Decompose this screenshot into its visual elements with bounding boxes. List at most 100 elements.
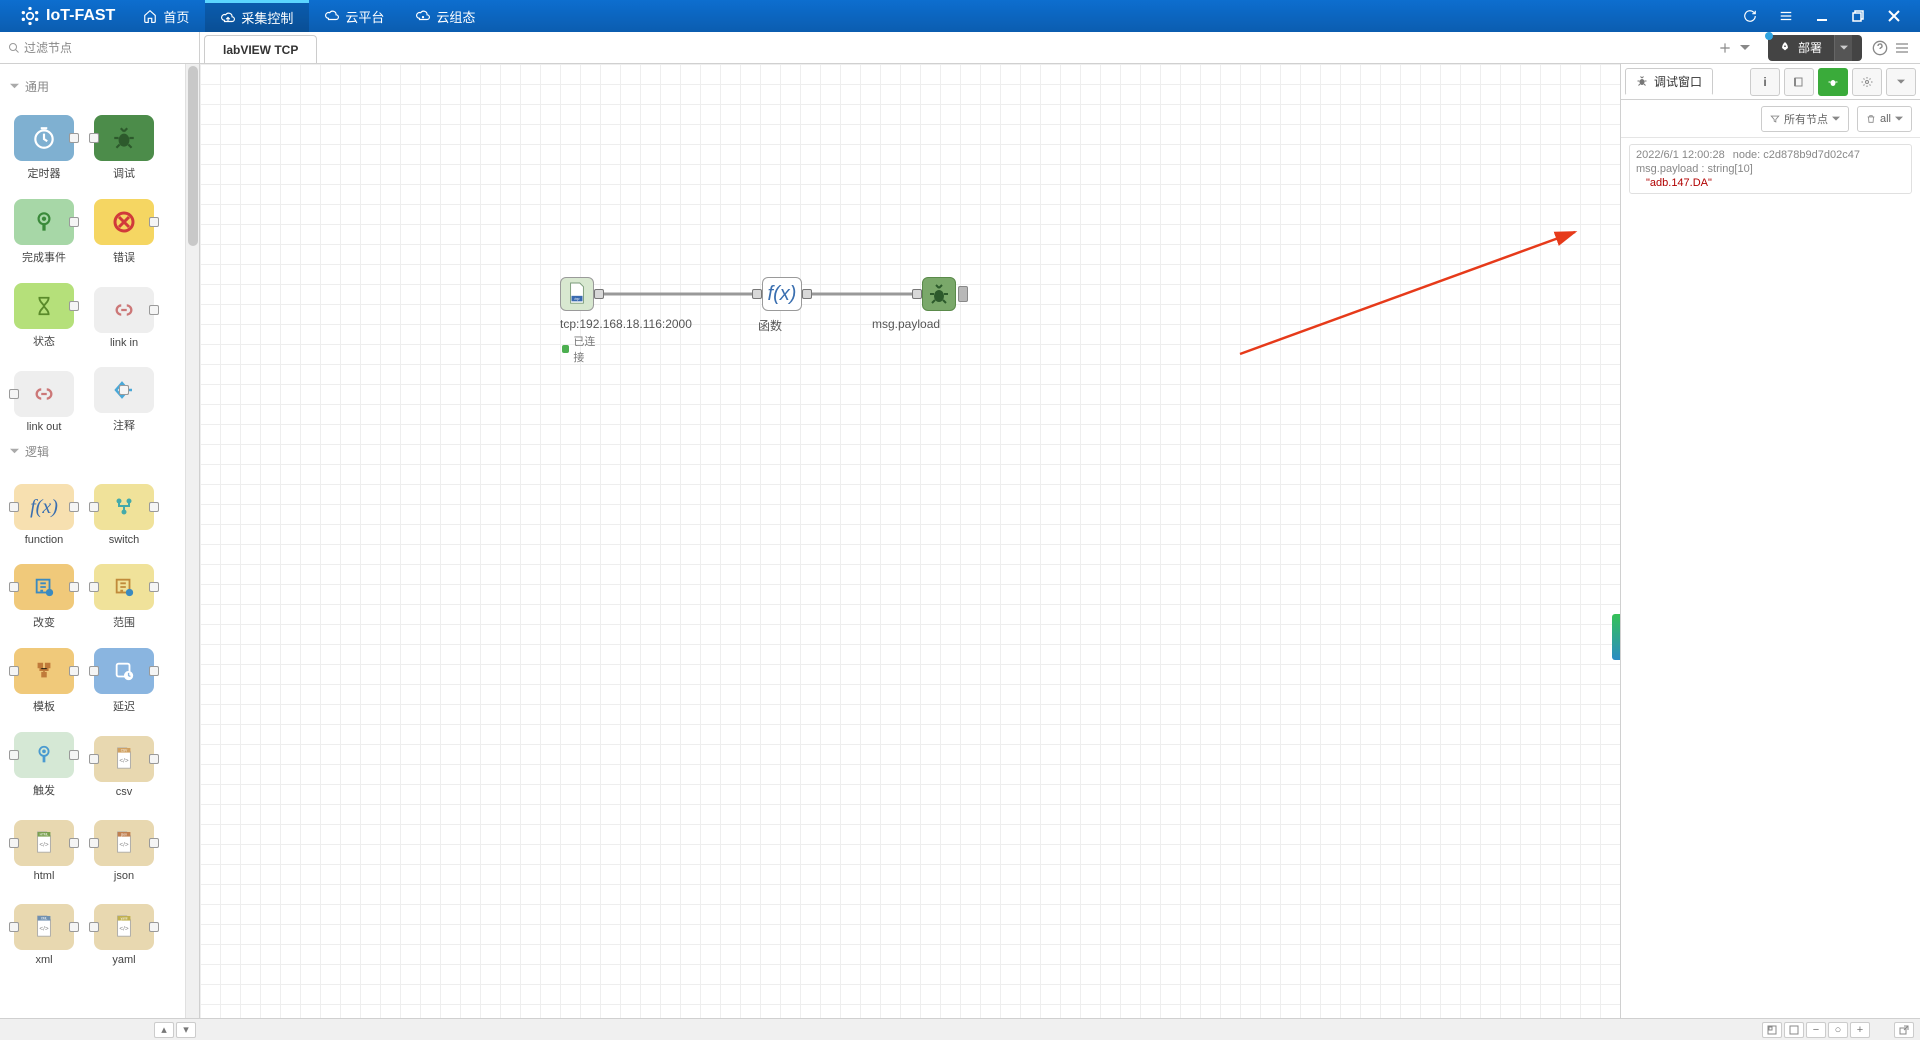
node-label: function [25, 534, 64, 546]
palette-node-range[interactable]: 范围 [88, 554, 160, 630]
palette-search[interactable]: 过滤节点 [0, 32, 200, 63]
right-edge-handle[interactable] [1612, 614, 1620, 660]
debug-value: "adb.147.DA" [1636, 177, 1905, 189]
zoom-reset-button[interactable] [1784, 1022, 1804, 1038]
menu-button[interactable] [1768, 0, 1804, 32]
bug-icon [927, 282, 951, 306]
html-icon: HTML</> [33, 830, 55, 856]
help-button[interactable] [1872, 40, 1888, 56]
refresh-icon [1743, 9, 1757, 23]
clear-debug-button[interactable]: all [1857, 106, 1912, 132]
palette-node-change[interactable]: 改变 [8, 554, 80, 630]
node-port-out[interactable] [594, 289, 604, 299]
palette-node-complete[interactable]: 完成事件 [8, 189, 80, 265]
comment-icon [112, 378, 136, 402]
palette-node-catch[interactable]: 错误 [88, 189, 160, 265]
flow-canvas[interactable]: tcp tcp:192.168.18.116:2000 已连接 f(x) 函数 … [200, 64, 1620, 1018]
chevron-down-icon [10, 82, 19, 91]
brand-icon [20, 6, 40, 26]
deploy-label: 部署 [1798, 39, 1822, 56]
debug-message[interactable]: 2022/6/1 12:00:28node: c2d878b9d7d02c47 … [1629, 144, 1912, 194]
zoom-out-button[interactable]: − [1806, 1022, 1826, 1038]
clear-label: all [1880, 113, 1891, 125]
svg-text:</>: </> [119, 758, 129, 765]
minimize-button[interactable] [1804, 0, 1840, 32]
debug-filter-bar: 所有节点 all [1621, 100, 1920, 138]
node-port-in[interactable] [912, 289, 922, 299]
palette-scrollbar[interactable] [185, 64, 199, 1018]
sidebar-tab-debug[interactable]: 调试窗口 [1625, 68, 1713, 96]
flow-node-tcp[interactable]: tcp tcp:192.168.18.116:2000 已连接 [560, 277, 604, 311]
palette-node-inject[interactable]: 定时器 [8, 105, 80, 181]
sidebar-tab-config[interactable] [1852, 68, 1882, 96]
palette-node-csv[interactable]: CSV</>csv [88, 722, 160, 798]
zoom-in-button[interactable]: + [1850, 1022, 1870, 1038]
palette-node-json[interactable]: json</>json [88, 806, 160, 882]
node-port-out[interactable] [802, 289, 812, 299]
sidebar-tab-help[interactable] [1784, 68, 1814, 96]
map-icon [1767, 1025, 1777, 1035]
deploy-area: 部署 [1758, 32, 1920, 63]
sidebar-tab-more[interactable] [1886, 68, 1916, 96]
palette-node-debug[interactable]: 调试 [88, 105, 160, 181]
close-button[interactable] [1876, 0, 1912, 32]
filter-nodes-button[interactable]: 所有节点 [1761, 106, 1849, 132]
main-menu-button[interactable] [1894, 40, 1910, 56]
flow-menu-button[interactable] [1740, 43, 1750, 53]
debug-node-prefix: node: [1733, 149, 1761, 161]
svg-text:json: json [120, 833, 127, 837]
flow-node-function[interactable]: f(x) 函数 [752, 277, 812, 311]
flow-node-debug[interactable]: msg.payload [912, 277, 968, 311]
deploy-dropdown[interactable] [1834, 35, 1852, 61]
bug-icon [1827, 76, 1839, 88]
node-status: 已连接 [562, 333, 604, 365]
palette-category-logic[interactable]: 逻辑 [6, 435, 179, 468]
sidebar-popout-button[interactable] [1894, 1022, 1914, 1038]
palette-node-template[interactable]: 模板 [8, 638, 80, 714]
zoom-reset-icon [1789, 1025, 1799, 1035]
menu-cloudcfg-label: 云组态 [436, 7, 475, 26]
palette-node-switch[interactable]: switch [88, 470, 160, 546]
svg-text:HTML: HTML [40, 833, 49, 837]
tab-actions [1710, 32, 1758, 63]
zoom-fit-button[interactable]: ○ [1828, 1022, 1848, 1038]
palette-node-xml[interactable]: XML</>xml [8, 890, 80, 966]
palette-node-trigger[interactable]: 触发 [8, 722, 80, 798]
palette-collapse-up[interactable]: ▴ [154, 1022, 174, 1038]
maximize-button[interactable] [1840, 0, 1876, 32]
debug-toggle[interactable] [958, 286, 968, 302]
svg-text:</>: </> [119, 926, 129, 933]
flow-tab-labview[interactable]: labVIEW TCP [204, 35, 317, 63]
palette-node-comment[interactable]: 注释 [88, 357, 160, 433]
sidebar: 调试窗口 i 所有节点 all 2022/6/1 12:00:28node: c… [1620, 64, 1920, 1018]
menu-collect[interactable]: 采集控制 [205, 0, 309, 32]
palette-node-linkin[interactable]: link in [88, 273, 160, 349]
deploy-button[interactable]: 部署 [1768, 35, 1862, 61]
palette-collapse-down[interactable]: ▾ [176, 1022, 196, 1038]
sidebar-tab-debug-icon[interactable] [1818, 68, 1848, 96]
refresh-button[interactable] [1732, 0, 1768, 32]
menu-home[interactable]: 首页 [127, 0, 205, 32]
node-port-in[interactable] [752, 289, 762, 299]
node-label: json [114, 870, 134, 882]
sidebar-tabs: 调试窗口 i [1621, 64, 1920, 100]
add-flow-button[interactable] [1718, 41, 1732, 55]
palette-node-status[interactable]: 状态 [8, 273, 80, 349]
link-out-icon [33, 383, 55, 405]
change-icon [33, 576, 55, 598]
menu-cloud[interactable]: 云平台 [309, 0, 400, 32]
palette-node-yaml[interactable]: yaml</>yaml [88, 890, 160, 966]
palette-node-delay[interactable]: 延迟 [88, 638, 160, 714]
palette-node-linkout[interactable]: link out [8, 357, 80, 433]
palette-category-common[interactable]: 通用 [6, 70, 179, 103]
home-icon [143, 9, 157, 23]
node-label: 触发 [33, 782, 55, 798]
palette-node-html[interactable]: HTML</>html [8, 806, 80, 882]
sidebar-tab-info[interactable]: i [1750, 68, 1780, 96]
node-label: 延迟 [113, 698, 135, 714]
node-label: 注释 [113, 417, 135, 433]
menu-cloudcfg[interactable]: 云组态 [400, 0, 491, 32]
navigator-button[interactable] [1762, 1022, 1782, 1038]
cat-label: 逻辑 [25, 443, 49, 460]
palette-node-function[interactable]: f(x)function [8, 470, 80, 546]
